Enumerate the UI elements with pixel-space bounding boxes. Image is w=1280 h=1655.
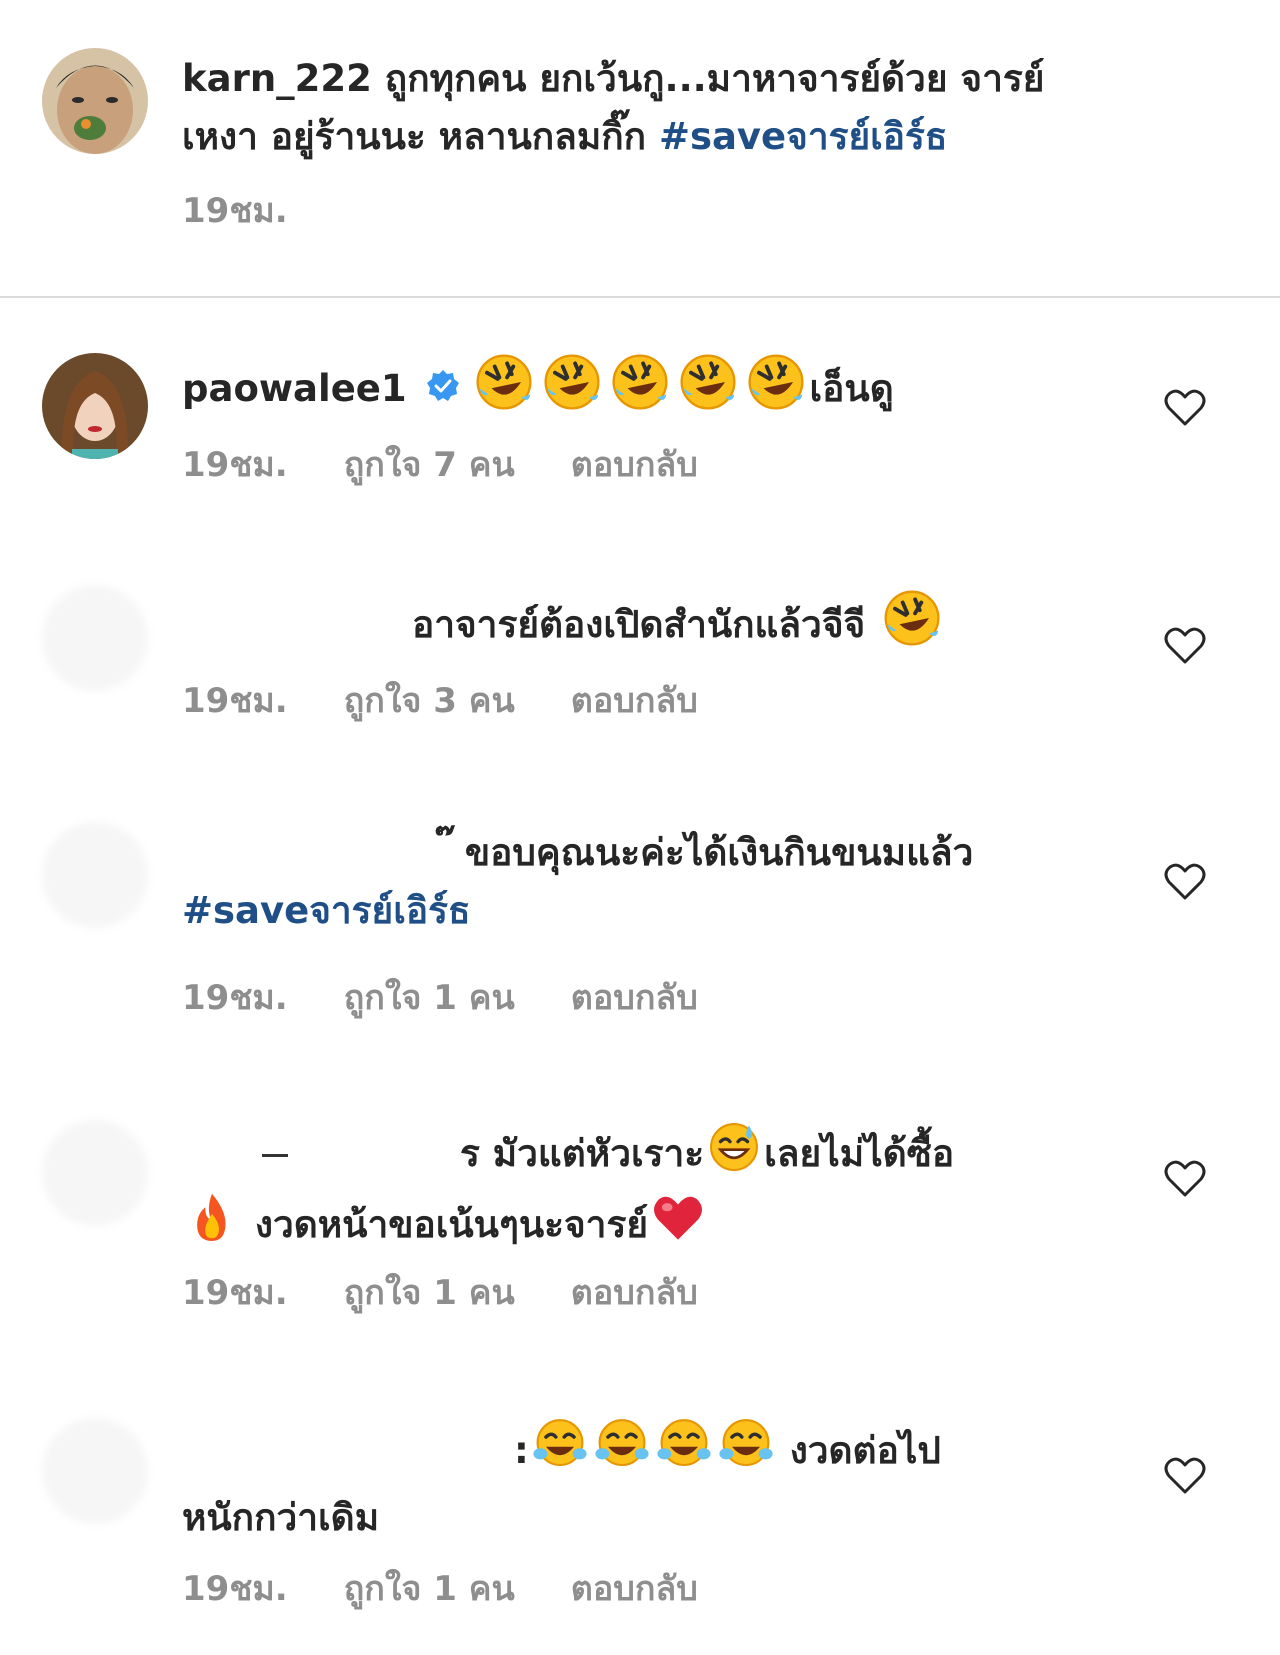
red-heart-emoji [651, 1191, 705, 1262]
comment-meta: 19ชม. ถูกใจ 7 คน ตอบกลับ [182, 442, 698, 486]
avatar[interactable] [42, 822, 148, 928]
comment-body: ขอบคุณนะค่ะได้เงินกินขนมแล้ว [464, 831, 974, 874]
likes-count[interactable]: ถูกใจ 7 คน [344, 437, 515, 491]
comment-time: 19ชม. [182, 1273, 288, 1313]
heart-icon[interactable] [1163, 625, 1207, 665]
likes-count[interactable]: ถูกใจ 1 คน [344, 1265, 515, 1319]
tears-of-joy-emoji [656, 1416, 712, 1489]
avatar[interactable] [42, 585, 148, 691]
redacted-mark [262, 1154, 288, 1157]
rolling-laughing-emoji [745, 351, 807, 430]
hashtag-link[interactable]: #saveจารย์เอิร์ธ [182, 889, 471, 932]
comment-body-line2: หนักกว่าเดิม [182, 1496, 380, 1539]
caption-time: 19ชม. [182, 191, 288, 231]
heart-icon[interactable] [1163, 861, 1207, 901]
avatar[interactable] [42, 353, 148, 459]
comment-username[interactable]: paowalee1 [182, 367, 407, 410]
avatar[interactable] [42, 1120, 148, 1226]
likes-count[interactable]: ถูกใจ 1 คน [344, 970, 515, 1024]
heart-icon[interactable] [1163, 1158, 1207, 1198]
rolling-laughing-emoji [881, 587, 943, 666]
comment-text: อาจารย์ต้องเปิดสำนักแล้วจีจี [412, 587, 1112, 666]
comment-body: เอ็นดู [809, 367, 894, 410]
comment-time: 19ชม. [182, 445, 288, 485]
avatar[interactable] [42, 1418, 148, 1524]
comment-body-line2: งวดหน้าขอเน้นๆนะจารย์ [254, 1203, 649, 1246]
heart-icon[interactable] [1163, 387, 1207, 427]
comment-text: : งวดต่อไป หนักกว่าเดิม [182, 1416, 1182, 1547]
caption-meta: 19ชม. [182, 188, 288, 232]
tears-of-joy-emoji [718, 1416, 774, 1489]
reply-button[interactable]: ตอบกลับ [571, 970, 698, 1024]
tears-of-joy-emoji [532, 1416, 588, 1489]
avatar[interactable] [42, 48, 148, 154]
comment-fragment: ร [460, 1132, 480, 1175]
rolling-laughing-emoji [677, 351, 739, 430]
post-caption: karn_222 ถูกทุกคน ยกเว้นกู...มาหาจารย์ด้… [0, 0, 1280, 298]
comment-time: 19ชม. [182, 681, 288, 721]
comment-fragment: : [514, 1429, 529, 1472]
caption-username[interactable]: karn_222 [182, 57, 372, 100]
rolling-laughing-emoji [473, 351, 535, 430]
likes-count[interactable]: ถูกใจ 1 คน [344, 1561, 515, 1615]
caption-body-line2: เหงา อยู่ร้านนะ หลานกลมกิ๊ก [182, 115, 659, 158]
tears-of-joy-emoji [594, 1416, 650, 1489]
caption-text: karn_222 ถูกทุกคน ยกเว้นกู...มาหาจารย์ด้… [182, 50, 1182, 166]
fire-emoji [185, 1191, 239, 1262]
rolling-laughing-emoji [541, 351, 603, 430]
rolling-laughing-emoji [609, 351, 671, 430]
comment-text: ร มัวแต่หัวเราะ เลยไม่ได้ซื้อ งวดหน้าขอเน… [182, 1120, 1182, 1262]
comment-time: 19ชม. [182, 1569, 288, 1609]
grinning-sweat-emoji [707, 1120, 761, 1191]
verified-badge-icon [426, 362, 460, 420]
reply-button[interactable]: ตอบกลับ [571, 1265, 698, 1319]
comment-body: อาจารย์ต้องเปิดสำนักแล้วจีจี [412, 603, 879, 646]
likes-count[interactable]: ถูกใจ 3 คน [344, 673, 515, 727]
heart-icon[interactable] [1163, 1455, 1207, 1495]
comment-time: 19ชม. [182, 978, 288, 1018]
comment-meta: 19ชม. ถูกใจ 1 คน ตอบกลับ [182, 975, 698, 1019]
comment-body: มัวแต่หัวเราะ [492, 1132, 705, 1175]
reply-button[interactable]: ตอบกลับ [571, 1561, 698, 1615]
reply-button[interactable]: ตอบกลับ [571, 437, 698, 491]
reply-button[interactable]: ตอบกลับ [571, 673, 698, 727]
comment-body-continued: เลยไม่ได้ซื้อ [764, 1132, 955, 1175]
comment-text: paowalee1 เอ็นดู [182, 351, 1182, 430]
comment-meta: 19ชม. ถูกใจ 1 คน ตอบกลับ [182, 1566, 698, 1610]
comment-meta: 19ชม. ถูกใจ 1 คน ตอบกลับ [182, 1270, 698, 1314]
comment-text: ๊ ขอบคุณนะค่ะได้เงินกินขนมแล้ว #saveจารย… [182, 824, 1182, 940]
caption-body: ถูกทุกคน ยกเว้นกู...มาหาจารย์ด้วย จารย์ [384, 57, 1045, 100]
hashtag-link[interactable]: #saveจารย์เอิร์ธ [659, 115, 948, 158]
comment-body: งวดต่อไป [789, 1429, 941, 1472]
comment-meta: 19ชม. ถูกใจ 3 คน ตอบกลับ [182, 678, 698, 722]
